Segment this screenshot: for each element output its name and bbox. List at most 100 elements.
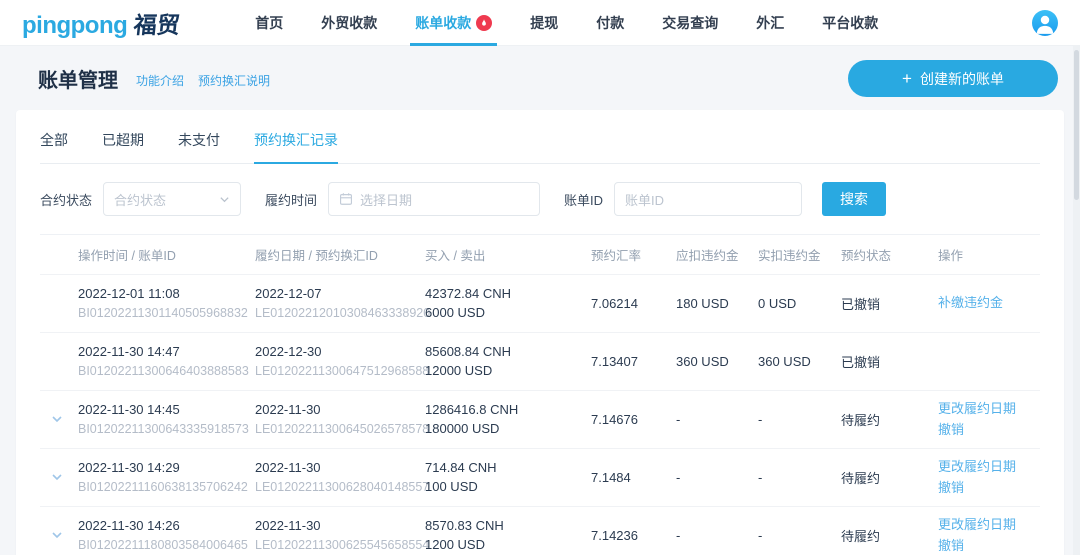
nav-item-home[interactable]: 首页 [236, 0, 302, 46]
action-link[interactable]: 更改履约日期 [938, 516, 1030, 535]
nav-item-withdraw[interactable]: 提现 [511, 0, 577, 46]
brand-logo[interactable]: pingpong 福贸 [22, 6, 182, 40]
expand-chevron-icon[interactable] [49, 469, 65, 485]
reserved-rate: 7.06214 [591, 296, 638, 311]
reserved-rate: 7.13407 [591, 354, 638, 369]
performance-date-input[interactable]: 选择日期 [328, 182, 541, 216]
exchange-reservation-id: LE01202211300628040148557 [255, 479, 430, 494]
sell-amount: 180000 USD [425, 420, 500, 436]
row-actions: 更改履约日期 撤销 [938, 400, 1040, 440]
main-nav: 首页 外贸收款 账单收款 提现 付款 交易查询 外汇 平台收款 [236, 0, 897, 46]
col-penalty-actual: 实扣违约金 [758, 249, 821, 263]
col-buy-sell: 买入 / 卖出 [425, 249, 486, 263]
col-perform-date-exchange-id: 履约日期 / 预约换汇ID [255, 249, 378, 263]
scrollbar[interactable] [1073, 46, 1080, 555]
user-avatar[interactable] [1032, 9, 1058, 36]
operation-time: 2022-11-30 14:45 [78, 401, 180, 417]
action-link[interactable]: 更改履约日期 [938, 400, 1030, 419]
penalty-actual: - [758, 528, 763, 543]
create-bill-button[interactable]: + 创建新的账单 [848, 60, 1058, 97]
expand-chevron-icon[interactable] [49, 411, 65, 427]
table-header-row: 操作时间 / 账单ID 履约日期 / 预约换汇ID 买入 / 卖出 预约汇率 应… [40, 234, 1040, 274]
performance-date: 2022-12-30 [255, 343, 322, 359]
nav-item-trade-collection[interactable]: 外贸收款 [302, 0, 396, 46]
exchange-reservation-id: LE01202211300647512968588 [255, 363, 430, 378]
reservation-status: 待履约 [841, 471, 881, 486]
calendar-icon [340, 193, 353, 205]
bill-id: BI01202211180803584006465 [78, 537, 248, 552]
penalty-due: - [676, 528, 681, 543]
exchange-reservation-id: LE01202211300645026578578 [255, 421, 430, 436]
expand-chevron-icon[interactable] [49, 527, 65, 543]
bill-id-input[interactable]: 账单ID [614, 182, 803, 216]
create-bill-label: 创建新的账单 [919, 70, 1004, 87]
operation-time: 2022-11-30 14:26 [78, 517, 180, 533]
exchange-reservation-id: LE01202212010308463338920 [255, 305, 431, 320]
tab-unpaid[interactable]: 未支付 [178, 116, 220, 163]
col-status: 预约状态 [841, 249, 892, 263]
reserved-rate: 7.14676 [591, 412, 638, 427]
penalty-due: 180 USD [676, 296, 729, 311]
action-link[interactable]: 更改履约日期 [938, 458, 1030, 477]
table-row: 2022-11-30 14:47 BI012022113006464038885… [40, 332, 1040, 390]
fire-icon [476, 14, 493, 31]
action-link[interactable]: 撤销 [938, 421, 1030, 440]
row-actions: 更改履约日期 撤销 [938, 516, 1040, 555]
chevron-down-icon [220, 196, 229, 202]
reservation-status: 已撤销 [841, 355, 881, 370]
exchange-reservation-help-link[interactable]: 预约换汇说明 [198, 72, 270, 89]
tab-bar: 全部 已超期 未支付 预约换汇记录 [40, 116, 1040, 164]
scrollbar-thumb[interactable] [1074, 50, 1079, 200]
action-link[interactable]: 撤销 [938, 479, 1030, 498]
contract-status-select[interactable]: 合约状态 [103, 182, 242, 216]
performance-date: 2022-11-30 [255, 459, 321, 475]
bill-management-panel: 全部 已超期 未支付 预约换汇记录 合约状态 合约状态 履约时间 选择日期 账单… [16, 110, 1064, 555]
contract-status-placeholder: 合约状态 [114, 192, 167, 208]
bill-id: BI01202211300646403888583 [78, 363, 249, 378]
performance-time-label: 履约时间 [265, 192, 318, 208]
buy-amount: 1286416.8 CNH [425, 401, 519, 417]
reserved-rate: 7.14236 [591, 528, 638, 543]
nav-item-platform-collection[interactable]: 平台收款 [803, 0, 897, 46]
plus-icon: + [902, 69, 912, 88]
action-link[interactable]: 撤销 [938, 537, 1030, 555]
operation-time: 2022-11-30 14:29 [78, 459, 180, 475]
logo-fumao: 福贸 [132, 11, 182, 38]
col-reserved-rate: 预约汇率 [591, 249, 642, 263]
nav-item-forex[interactable]: 外汇 [737, 0, 803, 46]
table-body: 2022-12-01 11:08 BI012022113011405059688… [40, 274, 1040, 555]
sell-amount: 6000 USD [425, 304, 485, 320]
tab-overdue[interactable]: 已超期 [102, 116, 144, 163]
performance-date: 2022-11-30 [255, 401, 321, 417]
bill-id-label: 账单ID [564, 192, 604, 208]
sell-amount: 12000 USD [425, 362, 493, 378]
penalty-due: 360 USD [676, 354, 729, 369]
nav-item-bill-collection[interactable]: 账单收款 [396, 0, 511, 46]
exchange-reservation-id: LE01202211300625545658554 [255, 537, 430, 552]
reservation-status: 待履约 [841, 529, 881, 544]
buy-amount: 85608.84 CNH [425, 343, 511, 359]
performance-date-placeholder: 选择日期 [360, 192, 413, 208]
buy-amount: 42372.84 CNH [425, 285, 511, 301]
feature-intro-link[interactable]: 功能介绍 [136, 72, 184, 89]
sell-amount: 1200 USD [425, 536, 485, 552]
reservation-status: 待履约 [841, 413, 881, 428]
action-link[interactable]: 补缴违约金 [938, 294, 1030, 313]
penalty-actual: - [758, 470, 763, 485]
tab-exchange-reservation-records[interactable]: 预约换汇记录 [254, 116, 338, 164]
tab-all[interactable]: 全部 [40, 116, 68, 163]
nav-item-transaction-query[interactable]: 交易查询 [643, 0, 737, 46]
penalty-actual: 360 USD [758, 354, 811, 369]
table-row: 2022-11-30 14:45 BI012022113006433359185… [40, 390, 1040, 448]
nav-item-payment[interactable]: 付款 [577, 0, 643, 46]
contract-status-label: 合约状态 [40, 192, 93, 208]
col-actions: 操作 [938, 249, 964, 263]
bill-id-placeholder: 账单ID [625, 192, 665, 208]
search-button[interactable]: 搜索 [822, 182, 887, 216]
bill-id: BI01202211160638135706242 [78, 479, 248, 494]
penalty-actual: - [758, 412, 763, 427]
operation-time: 2022-12-01 11:08 [78, 285, 180, 301]
performance-date: 2022-11-30 [255, 517, 321, 533]
col-penalty-due: 应扣违约金 [676, 249, 739, 263]
penalty-actual: 0 USD [758, 296, 797, 311]
